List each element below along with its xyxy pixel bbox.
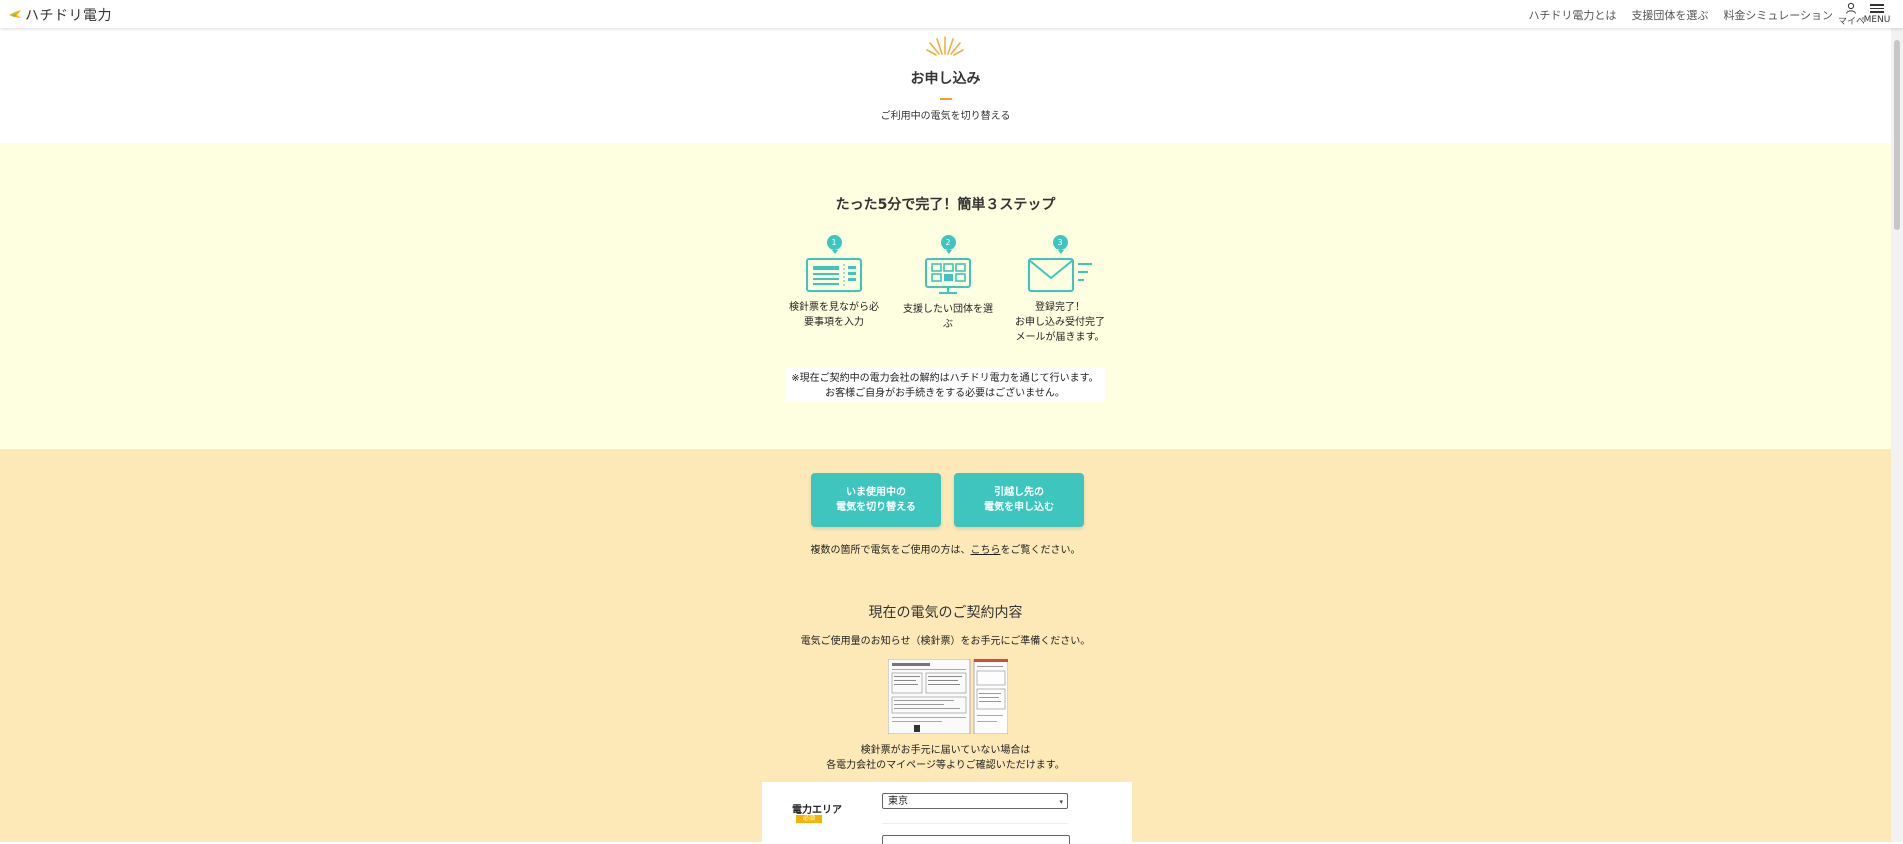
power-area-select[interactable]: 東京 ▾ [882, 793, 1068, 809]
contract-section-title: 現在の電気のご契約内容 [868, 605, 1023, 621]
step-label: 支援したい団体を選ぶ [903, 304, 993, 330]
page-subtitle: ご利用中の電気を切り替える [880, 111, 1011, 122]
power-area-value: 東京 [888, 796, 908, 807]
nav-item-choose-org[interactable]: 支援団体を選ぶ [1631, 7, 1708, 23]
logo-text: ハチドリ電力 [25, 8, 112, 24]
step-label-line: 登録完了！ [1035, 302, 1085, 313]
mypage-button[interactable]: マイページ [1838, 2, 1864, 27]
chevron-down-icon: ▾ [1059, 798, 1063, 806]
contract-section-subtitle: 電気ご使用量のお知らせ（検針票）をお手元にご準備ください。 [800, 636, 1091, 647]
step-2: 2 支援したい団体を選ぶ [898, 235, 998, 332]
meter-note-line: 検針票がお手元に届いていない場合は [860, 745, 1031, 756]
page-header: お申し込み ご利用中の電気を切り替える [0, 28, 1891, 143]
meter-reading-slip-image [888, 659, 1008, 734]
meter-note: 検針票がお手元に届いていない場合は 各電力会社のマイページ等よりご確認いただけま… [0, 743, 1891, 773]
title-underline [940, 98, 952, 100]
multiple-locations-link[interactable]: こちら [971, 545, 1001, 556]
form-row-divider [882, 823, 1068, 824]
cancellation-notice: ※現在ご契約中の電力会社の解約はハチドリ電力を通じて行います。 お客様ご自身がお… [785, 368, 1105, 402]
meter-note-line: 各電力会社のマイページ等よりご確認いただけます。 [826, 760, 1065, 771]
step-label: 検針票を見ながら必要事項を入力 [789, 302, 879, 328]
menu-label: MENU [1863, 14, 1891, 25]
page-scrollbar[interactable] [1891, 28, 1903, 842]
step-1: 1 検針票を見ながら必要事項を入力 [784, 235, 884, 330]
application-section: いま使用中の 電気を切り替える 引越し先の 電気を申し込む 複数の箇所で電気をご… [0, 449, 1891, 844]
nav-item-about[interactable]: ハチドリ電力とは [1528, 7, 1616, 23]
button-label-line: いま使用中の [846, 487, 906, 498]
sunburst-icon [926, 36, 964, 56]
next-form-field[interactable] [882, 835, 1070, 844]
nav-item-simulation[interactable]: 料金シミュレーション [1723, 7, 1833, 23]
monitor-icon [925, 258, 971, 294]
multi-text-after: をご覧ください。 [1000, 545, 1081, 556]
menu-button[interactable]: MENU [1862, 2, 1892, 25]
hamburger-icon [1870, 4, 1884, 13]
step-label: 登録完了！ お申し込み受付完了 メールが届きます。 [1010, 300, 1110, 345]
logo[interactable]: ハチドリ電力 [8, 5, 112, 25]
steps-section: たった5分で完了！簡単３ステップ 1 検針票を見ながら必要事項を入力 2 支援し… [0, 143, 1891, 449]
multi-text-before: 複数の箇所で電気をご使用の方は、 [810, 545, 971, 556]
page-title: お申し込み [910, 71, 981, 87]
multiple-locations-note: 複数の箇所で電気をご使用の方は、こちらをご覧ください。 [0, 541, 1891, 556]
contract-form: 電力エリア 必須 東京 ▾ [762, 782, 1132, 844]
step-label-line: お申し込み受付完了 [1015, 317, 1105, 328]
button-label-line: 引越し先の [994, 487, 1044, 498]
step-number-badge: 3 [1052, 235, 1068, 254]
button-label-line: 電気を申し込む [984, 502, 1054, 513]
meter-slip-icon [806, 258, 862, 292]
step-3: 3 登録完了！ お申し込み受付完了 メールが届きます。 [1010, 235, 1110, 345]
top-navigation-bar: ハチドリ電力 ハチドリ電力とは 支援団体を選ぶ 料金シミュレーション マイページ… [0, 0, 1903, 28]
step-label-line: メールが届きます。 [1015, 332, 1105, 343]
main-nav: ハチドリ電力とは 支援団体を選ぶ 料金シミュレーション [1528, 7, 1833, 23]
mypage-label: マイページ [1838, 17, 1864, 27]
steps-title: たった5分で完了！簡単３ステップ [835, 197, 1056, 213]
moving-apply-button[interactable]: 引越し先の 電気を申し込む [954, 473, 1084, 527]
step-number-badge: 2 [940, 235, 956, 254]
notice-line: お客様ご自身がお手続きをする必要はございません。 [825, 388, 1065, 399]
step-number-badge: 1 [826, 235, 842, 254]
mail-icon [1028, 258, 1092, 292]
hummingbird-logo-icon [9, 10, 21, 18]
switch-electricity-button[interactable]: いま使用中の 電気を切り替える [811, 473, 941, 527]
button-label-line: 電気を切り替える [836, 502, 916, 513]
power-area-label: 電力エリア [792, 805, 842, 816]
required-badge: 必須 [796, 815, 822, 823]
scrollbar-thumb[interactable] [1894, 40, 1900, 230]
notice-line: ※現在ご契約中の電力会社の解約はハチドリ電力を通じて行います。 [791, 373, 1099, 384]
user-icon [1846, 2, 1856, 14]
